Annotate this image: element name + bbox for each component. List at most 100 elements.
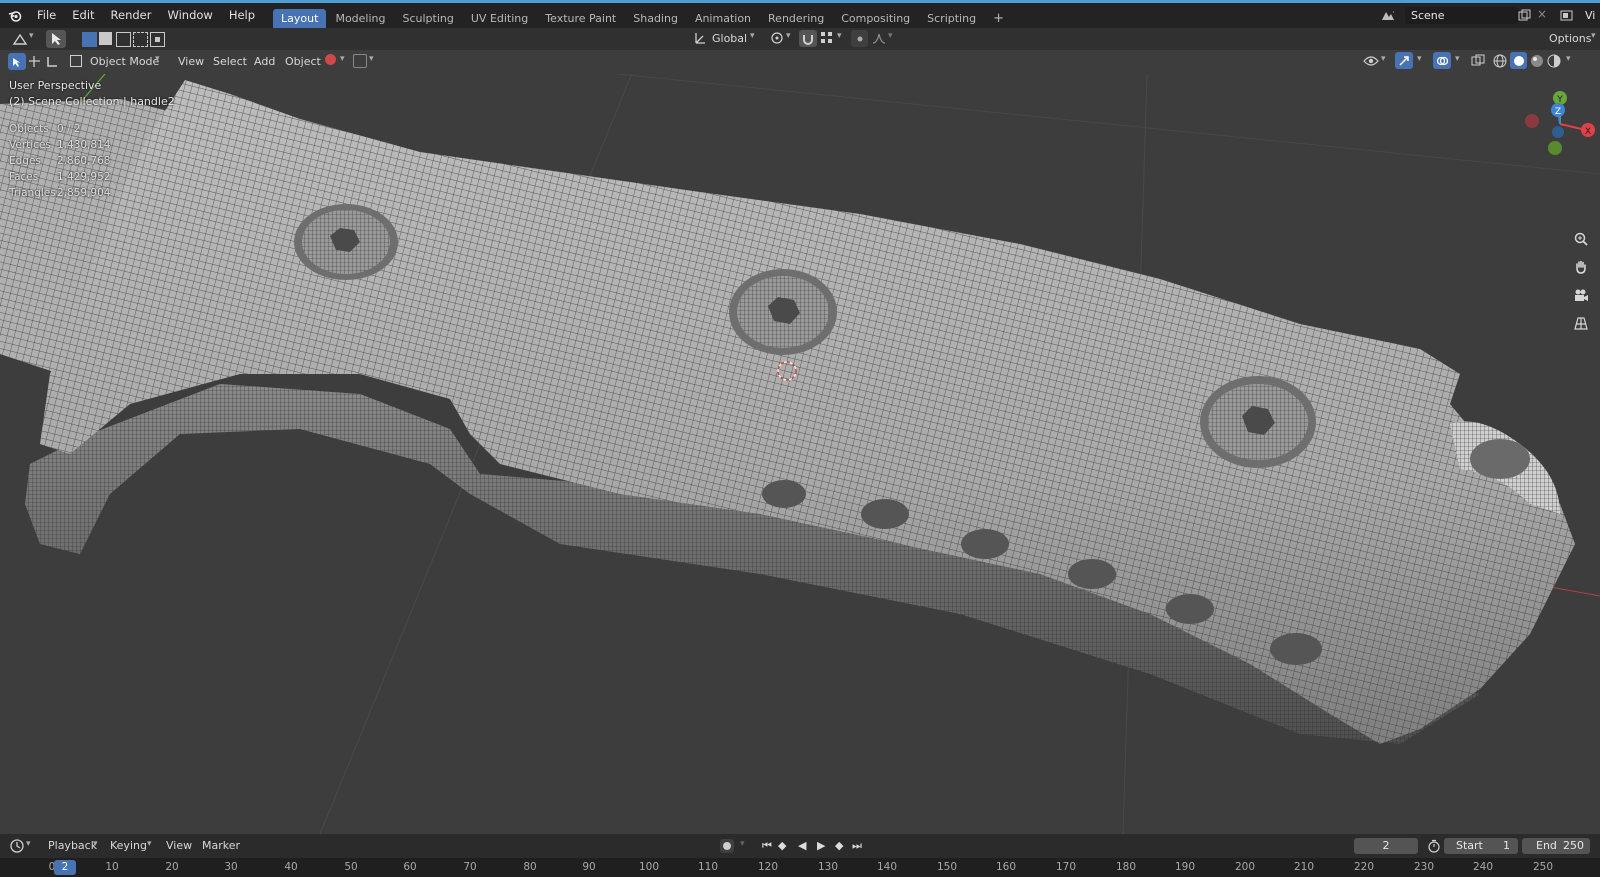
chevron-down-icon[interactable]: ▾ [29,31,34,41]
options-dropdown[interactable]: Options [1549,30,1591,48]
editor-type-icon[interactable] [12,31,28,47]
tab-sculpting[interactable]: Sculpting [395,9,462,28]
play-icon[interactable]: ▶ [817,839,825,852]
view-layer-icon[interactable] [1560,9,1574,25]
global-transform-pivot-icon[interactable] [325,54,336,65]
gizmo-toggle-icon[interactable] [1395,52,1413,69]
tab-animation[interactable]: Animation [687,9,759,28]
marker-menu[interactable]: Marker [202,837,240,855]
menu-window[interactable]: Window [159,3,220,28]
preview-range-stopwatch-icon[interactable] [1427,839,1441,856]
keying-menu[interactable]: Keying [110,837,147,855]
menu-help[interactable]: Help [221,3,263,28]
navigation-gizmo[interactable]: Y X Z [1520,84,1600,164]
view-layer-field[interactable]: Vi [1585,3,1595,28]
mode-dropdown[interactable]: Object Mode [90,53,159,71]
tab-scripting[interactable]: Scripting [919,9,984,28]
menu-edit[interactable]: Edit [64,3,102,28]
ruler-tick: 220 [1353,861,1375,873]
rendered-shading-icon[interactable] [1547,54,1561,71]
ruler-tick: 30 [224,861,238,873]
tab-rendering[interactable]: Rendering [760,9,832,28]
snap-curve-icon[interactable] [353,54,367,68]
select-mode-invert-icon[interactable] [133,32,148,47]
solid-shading-icon[interactable] [1510,52,1527,69]
select-box-tool-icon[interactable] [8,53,26,70]
menu-render[interactable]: Render [103,3,160,28]
blender-logo-icon[interactable] [0,9,29,22]
select-mode-extend-icon[interactable] [99,32,112,45]
ruler-tick: 50 [344,861,358,873]
select-tool-icon[interactable] [46,30,66,48]
jump-start-icon[interactable]: ⏮ [762,839,772,853]
ruler-tick: 80 [523,861,537,873]
select-mode-intersect-icon[interactable] [150,32,165,47]
play-reverse-icon[interactable]: ◀ [798,839,806,852]
select-mode-new-icon[interactable] [82,32,97,47]
visibility-eye-icon[interactable] [1363,55,1379,70]
transform-tool-icon[interactable] [46,55,59,71]
select-mode-subtract-icon[interactable] [116,32,131,47]
playback-menu[interactable]: Playback [48,837,97,855]
view-menu[interactable]: View [178,53,204,71]
snap-element-icon[interactable] [820,31,833,47]
3d-viewport[interactable]: User Perspective (2) Scene Collection | … [0,74,1600,834]
overlays-toggle-icon[interactable] [1433,52,1451,69]
timeline-editor-icon[interactable] [10,839,24,856]
previous-keyframe-icon[interactable]: ◆ [778,839,786,852]
current-frame-indicator[interactable]: 2 [54,860,76,875]
tab-modeling[interactable]: Modeling [327,9,393,28]
tab-shading[interactable]: Shading [625,9,686,28]
material-shading-icon[interactable] [1530,54,1544,71]
chevron-down-icon: ▾ [147,839,152,849]
object-menu[interactable]: Object [285,53,321,71]
snap-toggle-icon[interactable] [799,30,817,47]
transform-orientation-dropdown[interactable]: Global [712,30,747,48]
chevron-down-icon: ▾ [837,31,842,41]
chevron-down-icon: ▾ [340,54,345,64]
viewport-scene[interactable] [0,74,1600,834]
falloff-curve-icon[interactable] [872,32,886,47]
tab-texture-paint[interactable]: Texture Paint [537,9,624,28]
add-workspace-button[interactable]: + [985,9,1012,28]
delete-scene-icon[interactable]: × [1537,7,1547,21]
add-menu[interactable]: Add [254,53,275,71]
end-label: End [1536,839,1557,852]
current-frame-field[interactable]: 2 [1354,838,1418,854]
stat-row: Triangles 2,859,904 [9,185,110,201]
perspective-toggle-icon[interactable] [1570,312,1592,334]
wireframe-shading-icon[interactable] [1493,54,1507,71]
viewport-header: Object Mode ▾ View Select Add Object ▾ ▾… [0,50,1600,74]
camera-view-icon[interactable] [1570,284,1592,306]
tab-compositing[interactable]: Compositing [833,9,918,28]
ruler-tick: 180 [1115,861,1137,873]
timeline-header: ▾ Playback ▾ Keying ▾ View Marker ▾ ⏮ ◆ … [0,834,1600,858]
menu-file[interactable]: File [29,3,64,28]
proportional-edit-icon[interactable] [851,30,868,47]
screw-3 [1200,376,1316,468]
chevron-down-icon: ▾ [740,839,745,849]
select-menu[interactable]: Select [213,53,247,71]
xray-toggle-icon[interactable] [1471,54,1485,70]
ruler-tick: 170 [1055,861,1077,873]
start-frame-field[interactable]: Start 1 [1444,838,1518,854]
tab-layout[interactable]: Layout [273,9,327,28]
next-keyframe-icon[interactable]: ◆ [835,839,843,852]
jump-end-icon[interactable]: ⏭ [852,839,862,853]
cursor-tool-icon[interactable] [28,55,41,71]
ruler-tick: 20 [165,861,179,873]
timeline-view-menu[interactable]: View [166,837,192,855]
timeline-ruler[interactable]: 0 2 10 20 30 40 50 60 70 80 90 100 110 1… [0,858,1600,877]
chevron-down-icon: ▾ [1591,31,1596,41]
stat-value: 1,430,814 [57,139,111,151]
record-keyframe-icon[interactable] [720,839,734,853]
tab-uv-editing[interactable]: UV Editing [463,9,536,28]
new-scene-icon[interactable] [1518,9,1531,25]
pivot-point-icon[interactable] [770,31,785,49]
zoom-icon[interactable] [1570,228,1592,250]
pan-hand-icon[interactable] [1570,256,1592,278]
ruler-tick: 210 [1293,861,1315,873]
scene-field[interactable]: Scene [1405,7,1519,24]
scene-icon[interactable] [1380,9,1396,25]
end-frame-field[interactable]: End 250 [1522,838,1590,854]
